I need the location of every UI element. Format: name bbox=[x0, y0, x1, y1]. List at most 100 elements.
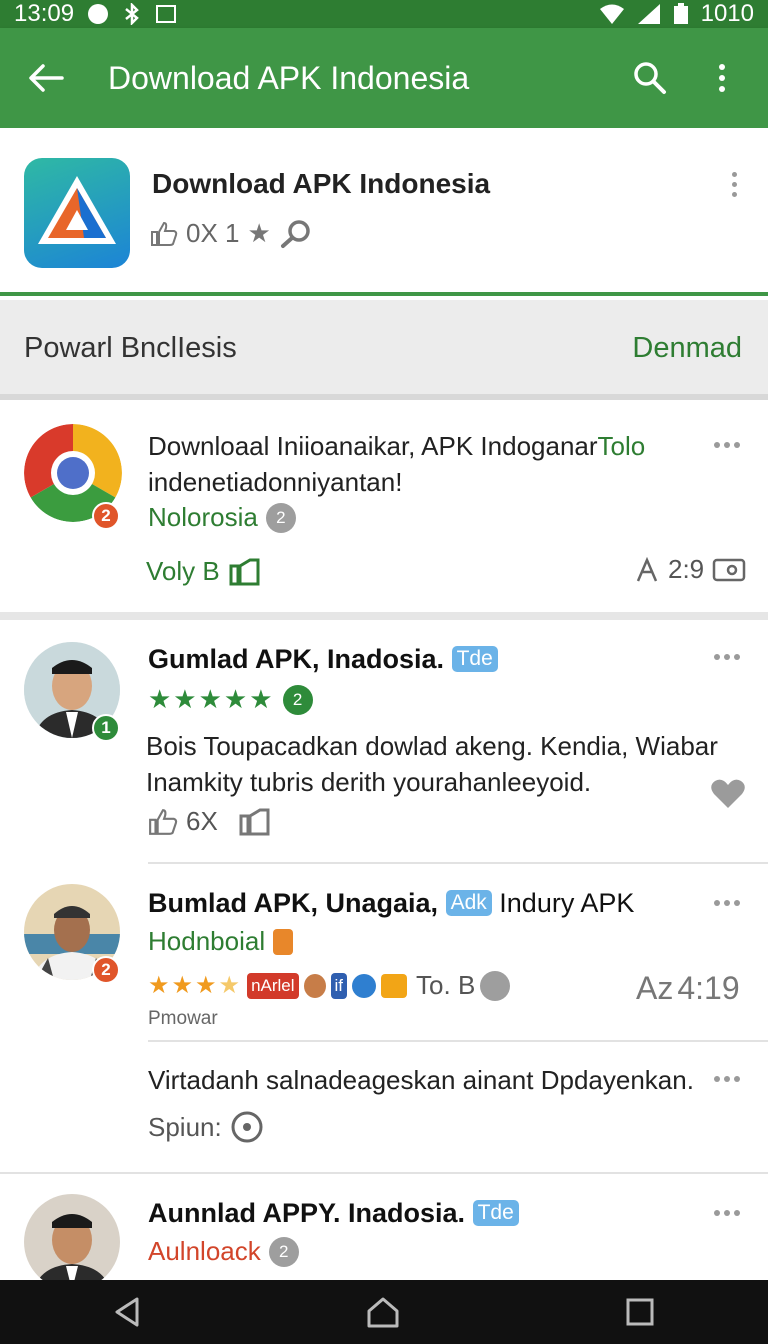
share-icon bbox=[229, 558, 260, 585]
status-bar: 13:09 1010 bbox=[0, 0, 768, 28]
item-menu-button[interactable] bbox=[714, 900, 740, 906]
item-divider bbox=[148, 862, 768, 864]
heart-icon[interactable] bbox=[710, 778, 746, 810]
section-separator bbox=[0, 612, 768, 620]
item-subtitle: Nolorosia bbox=[148, 502, 258, 532]
nav-recents-icon[interactable] bbox=[625, 1297, 655, 1327]
item-title: Bumlad APK, Unagaia, Adk Indury APK bbox=[148, 888, 634, 919]
item-subtitle-row: Nolorosia 2 bbox=[148, 502, 296, 533]
overflow-menu-button[interactable] bbox=[700, 56, 744, 100]
item-title-part1: Downloaal Iniioanaikar, APK bbox=[148, 431, 474, 461]
item-title-link[interactable]: Tolo bbox=[598, 431, 646, 461]
nav-home-icon[interactable] bbox=[366, 1296, 400, 1328]
item-chip-row: ★★★★ nArlel if To. B bbox=[148, 970, 511, 1001]
image-icon bbox=[156, 5, 177, 23]
item-body-line2: Inamkity tubris derith yourahanleeyoid. bbox=[146, 767, 592, 797]
item-body: Virtadanh salnadeageskan ainant Dpdayenk… bbox=[148, 1065, 694, 1095]
notification-icon bbox=[88, 4, 109, 24]
person-icon bbox=[303, 973, 326, 998]
item-title-tail: Indury APK bbox=[499, 888, 635, 918]
status-right-text: 1010 bbox=[700, 0, 754, 27]
item-subtitle-row: Hodnboial bbox=[148, 926, 294, 957]
app-bar: Download APK Indonesia bbox=[0, 28, 768, 128]
thumbs-up-icon[interactable] bbox=[148, 808, 178, 836]
item-menu-button[interactable] bbox=[714, 1210, 740, 1216]
section-divider bbox=[0, 1172, 768, 1174]
avatar-badge: 2 bbox=[92, 502, 120, 530]
app-bar-title: Download APK Indonesia bbox=[108, 59, 470, 96]
item-subtitle: Aulnloack bbox=[148, 1236, 261, 1266]
item-label: Spiun: bbox=[148, 1111, 222, 1142]
chip-tail-text: To. B bbox=[416, 970, 476, 1000]
nav-back-icon[interactable] bbox=[113, 1296, 141, 1328]
item-footer-left: Voly B bbox=[146, 556, 262, 587]
list-item[interactable]: 2 Downloaal Iniioanaikar, APK IndoganarT… bbox=[0, 406, 768, 612]
user-avatar bbox=[24, 1194, 120, 1290]
item-tag: Adk bbox=[445, 890, 492, 916]
avatar-badge: 1 bbox=[92, 714, 120, 742]
item-menu-button[interactable] bbox=[714, 442, 740, 448]
item-label-row: Spiun: bbox=[148, 1110, 264, 1144]
rating-row: ★★★★★ 2 bbox=[148, 684, 313, 715]
rank-chip: nArlel bbox=[247, 972, 299, 999]
item-menu-button[interactable] bbox=[714, 1076, 740, 1082]
item-caption-row: Pmowar bbox=[148, 1008, 218, 1030]
flag-icon bbox=[273, 928, 294, 955]
search-button[interactable] bbox=[628, 56, 672, 100]
app-logo-icon bbox=[24, 158, 130, 268]
item-title: Aunnlad APPY. Inadosia. Tde bbox=[148, 1198, 519, 1229]
more-vert-icon bbox=[719, 64, 725, 92]
item-caption: Pmowar bbox=[148, 1008, 218, 1029]
item-tag: Tde bbox=[451, 646, 498, 672]
wifi-icon bbox=[599, 4, 624, 24]
signal-icon bbox=[637, 4, 660, 24]
list-item[interactable]: Virtadanh salnadeageskan ainant Dpdayenk… bbox=[0, 1044, 768, 1172]
status-time: 13:09 bbox=[14, 0, 75, 27]
app-icon-1: if bbox=[330, 972, 348, 999]
back-button[interactable] bbox=[24, 56, 68, 100]
search-review-icon bbox=[280, 219, 310, 248]
star-rating: ★★★★ bbox=[148, 972, 243, 999]
item-footer-right: 2:9 bbox=[634, 554, 746, 585]
screen: 13:09 1010 Download APK Indonesia Downlo… bbox=[0, 0, 768, 1344]
item-title-line2: indenetiadonniyantan! bbox=[148, 467, 403, 497]
list-item[interactable]: 1 Gumlad APK, Inadosia. Tde ★★★★★ 2 Bois… bbox=[0, 620, 768, 864]
item-body: Bois Toupacadkan dowlad akeng. Kendia, W… bbox=[146, 728, 718, 800]
list-item[interactable]: Aunnlad APPY. Inadosia. Tde Aulnloack 2 bbox=[0, 1176, 768, 1290]
app-header-card[interactable]: Download APK Indonesia 0X 1 ★ bbox=[0, 128, 768, 296]
chip-tail-icon bbox=[480, 970, 511, 1001]
list-item[interactable]: 2 Bumlad APK, Unagaia, Adk Indury APK Ho… bbox=[0, 866, 768, 1042]
item-title-text: Bumlad APK, Unagaia, bbox=[148, 888, 439, 918]
item-time-value: 4:19 bbox=[677, 970, 740, 1006]
arrow-back-icon bbox=[29, 64, 64, 92]
app-card-menu-button[interactable] bbox=[724, 172, 744, 197]
share-icon[interactable] bbox=[238, 808, 272, 836]
camera-icon bbox=[712, 558, 746, 581]
item-body-line1: Bois Toupacadkan dowlad akeng. Kendia, W… bbox=[146, 731, 718, 761]
item-footer-time: 2:9 bbox=[668, 554, 705, 584]
item-subtitle: Hodnboial bbox=[148, 926, 266, 956]
item-menu-button[interactable] bbox=[714, 654, 740, 660]
avatar-badge: 2 bbox=[92, 956, 120, 984]
target-icon[interactable] bbox=[230, 1110, 264, 1144]
item-subtitle-row: Aulnloack 2 bbox=[148, 1236, 299, 1267]
item-tag: Tde bbox=[472, 1200, 519, 1226]
item-time: Az 4:19 bbox=[636, 970, 740, 1007]
star-icon: ★ bbox=[247, 218, 271, 248]
item-title-part2: Indoganar bbox=[473, 431, 598, 461]
item-footer-row: 6X bbox=[148, 806, 272, 837]
thumbs-up-icon bbox=[151, 221, 178, 246]
like-count: 6X bbox=[186, 806, 218, 836]
search-icon bbox=[634, 62, 666, 94]
item-time-prefix: Az bbox=[636, 970, 674, 1006]
item-title: Gumlad APK, Inadosia. Tde bbox=[148, 644, 498, 675]
subtitle-badge: 2 bbox=[268, 1236, 299, 1267]
item-footer-label: Voly B bbox=[146, 556, 220, 586]
battery-icon bbox=[673, 3, 688, 24]
item-title: Downloaal Iniioanaikar, APK IndoganarTol… bbox=[148, 428, 708, 500]
rating-badge: 2 bbox=[282, 684, 313, 715]
navigation-bar bbox=[0, 1280, 768, 1344]
app-meta: 0X 1 ★ bbox=[150, 218, 313, 249]
section-action-link[interactable]: Denmad bbox=[632, 332, 742, 365]
star-rating: ★★★★★ bbox=[148, 684, 275, 714]
